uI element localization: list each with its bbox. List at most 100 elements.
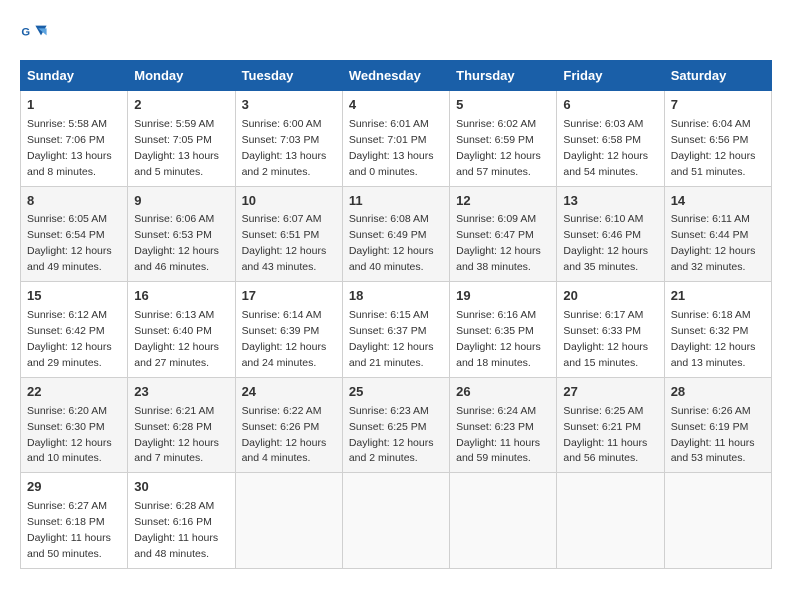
cell-content: Sunrise: 6:03 AMSunset: 6:58 PMDaylight:…: [563, 118, 648, 178]
calendar-cell: 2 Sunrise: 5:59 AMSunset: 7:05 PMDayligh…: [128, 91, 235, 187]
cell-content: Sunrise: 6:10 AMSunset: 6:46 PMDaylight:…: [563, 213, 648, 273]
cell-content: Sunrise: 6:00 AMSunset: 7:03 PMDaylight:…: [242, 118, 327, 178]
cell-content: Sunrise: 6:05 AMSunset: 6:54 PMDaylight:…: [27, 213, 112, 273]
day-number: 8: [27, 192, 121, 211]
cell-content: Sunrise: 6:02 AMSunset: 6:59 PMDaylight:…: [456, 118, 541, 178]
weekday-header-friday: Friday: [557, 61, 664, 91]
day-number: 6: [563, 96, 657, 115]
day-number: 24: [242, 383, 336, 402]
calendar-week-1: 1 Sunrise: 5:58 AMSunset: 7:06 PMDayligh…: [21, 91, 772, 187]
svg-text:G: G: [21, 26, 30, 38]
day-number: 9: [134, 192, 228, 211]
calendar-cell: 20 Sunrise: 6:17 AMSunset: 6:33 PMDaylig…: [557, 282, 664, 378]
calendar-cell: 3 Sunrise: 6:00 AMSunset: 7:03 PMDayligh…: [235, 91, 342, 187]
calendar-body: 1 Sunrise: 5:58 AMSunset: 7:06 PMDayligh…: [21, 91, 772, 569]
calendar-week-4: 22 Sunrise: 6:20 AMSunset: 6:30 PMDaylig…: [21, 377, 772, 473]
day-number: 16: [134, 287, 228, 306]
calendar-week-5: 29 Sunrise: 6:27 AMSunset: 6:18 PMDaylig…: [21, 473, 772, 569]
cell-content: Sunrise: 6:06 AMSunset: 6:53 PMDaylight:…: [134, 213, 219, 273]
calendar-cell: 14 Sunrise: 6:11 AMSunset: 6:44 PMDaylig…: [664, 186, 771, 282]
calendar-cell: 5 Sunrise: 6:02 AMSunset: 6:59 PMDayligh…: [450, 91, 557, 187]
calendar-cell: [342, 473, 449, 569]
day-number: 25: [349, 383, 443, 402]
page-header: G: [20, 20, 772, 48]
day-number: 21: [671, 287, 765, 306]
cell-content: Sunrise: 6:21 AMSunset: 6:28 PMDaylight:…: [134, 405, 219, 465]
day-number: 29: [27, 478, 121, 497]
calendar-cell: 27 Sunrise: 6:25 AMSunset: 6:21 PMDaylig…: [557, 377, 664, 473]
cell-content: Sunrise: 5:59 AMSunset: 7:05 PMDaylight:…: [134, 118, 219, 178]
day-number: 5: [456, 96, 550, 115]
calendar-cell: 4 Sunrise: 6:01 AMSunset: 7:01 PMDayligh…: [342, 91, 449, 187]
cell-content: Sunrise: 6:04 AMSunset: 6:56 PMDaylight:…: [671, 118, 756, 178]
day-number: 15: [27, 287, 121, 306]
calendar-cell: 19 Sunrise: 6:16 AMSunset: 6:35 PMDaylig…: [450, 282, 557, 378]
calendar-cell: 8 Sunrise: 6:05 AMSunset: 6:54 PMDayligh…: [21, 186, 128, 282]
calendar-cell: 1 Sunrise: 5:58 AMSunset: 7:06 PMDayligh…: [21, 91, 128, 187]
calendar-cell: 10 Sunrise: 6:07 AMSunset: 6:51 PMDaylig…: [235, 186, 342, 282]
calendar-cell: 11 Sunrise: 6:08 AMSunset: 6:49 PMDaylig…: [342, 186, 449, 282]
calendar-cell: [664, 473, 771, 569]
calendar-cell: 21 Sunrise: 6:18 AMSunset: 6:32 PMDaylig…: [664, 282, 771, 378]
cell-content: Sunrise: 6:09 AMSunset: 6:47 PMDaylight:…: [456, 213, 541, 273]
calendar-cell: 24 Sunrise: 6:22 AMSunset: 6:26 PMDaylig…: [235, 377, 342, 473]
calendar-header-row: SundayMondayTuesdayWednesdayThursdayFrid…: [21, 61, 772, 91]
day-number: 26: [456, 383, 550, 402]
logo: G: [20, 20, 52, 48]
logo-icon: G: [20, 20, 48, 48]
cell-content: Sunrise: 6:24 AMSunset: 6:23 PMDaylight:…: [456, 405, 540, 465]
day-number: 20: [563, 287, 657, 306]
calendar-cell: 28 Sunrise: 6:26 AMSunset: 6:19 PMDaylig…: [664, 377, 771, 473]
calendar-cell: 16 Sunrise: 6:13 AMSunset: 6:40 PMDaylig…: [128, 282, 235, 378]
cell-content: Sunrise: 6:08 AMSunset: 6:49 PMDaylight:…: [349, 213, 434, 273]
day-number: 2: [134, 96, 228, 115]
calendar-cell: 22 Sunrise: 6:20 AMSunset: 6:30 PMDaylig…: [21, 377, 128, 473]
cell-content: Sunrise: 6:20 AMSunset: 6:30 PMDaylight:…: [27, 405, 112, 465]
day-number: 18: [349, 287, 443, 306]
weekday-header-sunday: Sunday: [21, 61, 128, 91]
day-number: 13: [563, 192, 657, 211]
calendar-cell: 9 Sunrise: 6:06 AMSunset: 6:53 PMDayligh…: [128, 186, 235, 282]
day-number: 14: [671, 192, 765, 211]
cell-content: Sunrise: 6:28 AMSunset: 6:16 PMDaylight:…: [134, 500, 218, 560]
cell-content: Sunrise: 6:16 AMSunset: 6:35 PMDaylight:…: [456, 309, 541, 369]
calendar-cell: 30 Sunrise: 6:28 AMSunset: 6:16 PMDaylig…: [128, 473, 235, 569]
day-number: 3: [242, 96, 336, 115]
calendar-cell: 18 Sunrise: 6:15 AMSunset: 6:37 PMDaylig…: [342, 282, 449, 378]
day-number: 23: [134, 383, 228, 402]
weekday-header-wednesday: Wednesday: [342, 61, 449, 91]
calendar-cell: 6 Sunrise: 6:03 AMSunset: 6:58 PMDayligh…: [557, 91, 664, 187]
calendar-table: SundayMondayTuesdayWednesdayThursdayFrid…: [20, 60, 772, 569]
calendar-cell: 12 Sunrise: 6:09 AMSunset: 6:47 PMDaylig…: [450, 186, 557, 282]
weekday-header-saturday: Saturday: [664, 61, 771, 91]
day-number: 7: [671, 96, 765, 115]
weekday-header-tuesday: Tuesday: [235, 61, 342, 91]
calendar-cell: 7 Sunrise: 6:04 AMSunset: 6:56 PMDayligh…: [664, 91, 771, 187]
day-number: 27: [563, 383, 657, 402]
calendar-week-2: 8 Sunrise: 6:05 AMSunset: 6:54 PMDayligh…: [21, 186, 772, 282]
day-number: 22: [27, 383, 121, 402]
cell-content: Sunrise: 6:22 AMSunset: 6:26 PMDaylight:…: [242, 405, 327, 465]
day-number: 12: [456, 192, 550, 211]
cell-content: Sunrise: 6:13 AMSunset: 6:40 PMDaylight:…: [134, 309, 219, 369]
day-number: 1: [27, 96, 121, 115]
day-number: 28: [671, 383, 765, 402]
calendar-cell: 13 Sunrise: 6:10 AMSunset: 6:46 PMDaylig…: [557, 186, 664, 282]
cell-content: Sunrise: 6:12 AMSunset: 6:42 PMDaylight:…: [27, 309, 112, 369]
cell-content: Sunrise: 6:15 AMSunset: 6:37 PMDaylight:…: [349, 309, 434, 369]
cell-content: Sunrise: 6:11 AMSunset: 6:44 PMDaylight:…: [671, 213, 756, 273]
cell-content: Sunrise: 6:17 AMSunset: 6:33 PMDaylight:…: [563, 309, 648, 369]
calendar-cell: 25 Sunrise: 6:23 AMSunset: 6:25 PMDaylig…: [342, 377, 449, 473]
calendar-week-3: 15 Sunrise: 6:12 AMSunset: 6:42 PMDaylig…: [21, 282, 772, 378]
calendar-cell: 29 Sunrise: 6:27 AMSunset: 6:18 PMDaylig…: [21, 473, 128, 569]
day-number: 10: [242, 192, 336, 211]
cell-content: Sunrise: 6:25 AMSunset: 6:21 PMDaylight:…: [563, 405, 647, 465]
day-number: 17: [242, 287, 336, 306]
weekday-header-thursday: Thursday: [450, 61, 557, 91]
day-number: 19: [456, 287, 550, 306]
day-number: 11: [349, 192, 443, 211]
cell-content: Sunrise: 6:27 AMSunset: 6:18 PMDaylight:…: [27, 500, 111, 560]
calendar-cell: 26 Sunrise: 6:24 AMSunset: 6:23 PMDaylig…: [450, 377, 557, 473]
day-number: 4: [349, 96, 443, 115]
cell-content: Sunrise: 6:01 AMSunset: 7:01 PMDaylight:…: [349, 118, 434, 178]
